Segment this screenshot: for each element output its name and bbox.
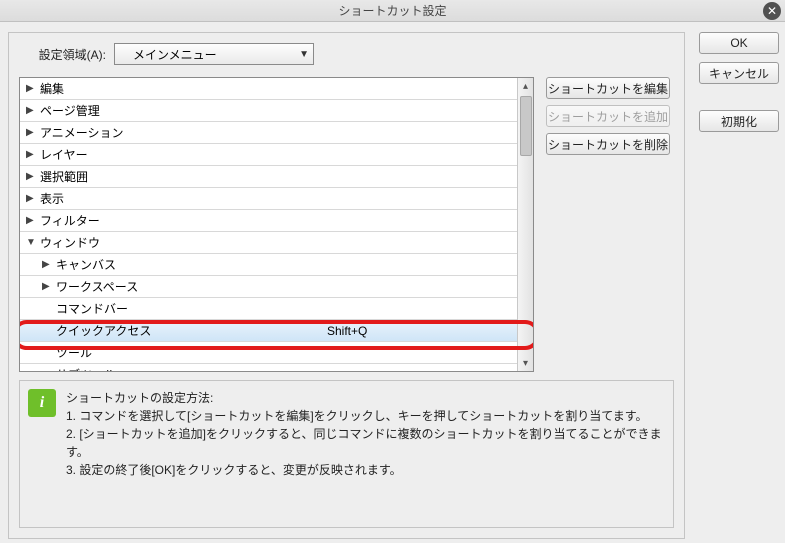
tree-item-label: 表示 bbox=[40, 190, 327, 207]
tree-row[interactable]: ▼ウィンドウ bbox=[20, 232, 517, 254]
chevron-right-icon[interactable]: ▶ bbox=[42, 259, 54, 270]
tree-item-label: サブツール bbox=[56, 366, 327, 371]
ok-button[interactable]: OK bbox=[699, 32, 779, 54]
delete-shortcut-button[interactable]: ショートカットを削除 bbox=[546, 133, 670, 155]
chevron-right-icon[interactable]: ▶ bbox=[26, 149, 38, 160]
tree-row[interactable]: ▶ワークスペース bbox=[20, 276, 517, 298]
tree-item-label: ツール bbox=[56, 344, 327, 361]
tree-item-label: ワークスペース bbox=[56, 278, 327, 295]
tree-row[interactable]: ▶レイヤー bbox=[20, 144, 517, 166]
add-shortcut-button[interactable]: ショートカットを追加 bbox=[546, 105, 670, 127]
tree-row[interactable]: ▶ツール bbox=[20, 342, 517, 364]
tree-item-label: アニメーション bbox=[40, 124, 327, 141]
tree-item-label: 編集 bbox=[40, 80, 327, 97]
chevron-down-icon: ▼ bbox=[299, 49, 309, 60]
tree-row[interactable]: ▶サブツール bbox=[20, 364, 517, 371]
tree-item-shortcut: Shift+Q bbox=[327, 324, 517, 338]
info-icon: i bbox=[28, 389, 56, 417]
chevron-right-icon[interactable]: ▶ bbox=[26, 193, 38, 204]
tree-item-label: フィルター bbox=[40, 212, 327, 229]
info-line: 2. [ショートカットを追加]をクリックすると、同じコマンドに複数のショートカッ… bbox=[66, 427, 662, 459]
info-line: 1. コマンドを選択して[ショートカットを編集]をクリックし、キーを押してショー… bbox=[66, 409, 648, 423]
dialog-title: ショートカット設定 bbox=[338, 2, 446, 19]
tree-row[interactable]: ▶フィルター bbox=[20, 210, 517, 232]
chevron-down-icon[interactable]: ▼ bbox=[26, 237, 38, 248]
scroll-down-icon[interactable]: ▾ bbox=[518, 355, 534, 371]
scrollbar[interactable]: ▴ ▾ bbox=[517, 78, 533, 371]
info-line: 3. 設定の終了後[OK]をクリックすると、変更が反映されます。 bbox=[66, 463, 402, 477]
info-heading: ショートカットの設定方法: bbox=[66, 389, 665, 407]
chevron-right-icon[interactable]: ▶ bbox=[42, 281, 54, 292]
tree-item-label: レイヤー bbox=[40, 146, 327, 163]
scope-combo[interactable]: メインメニュー ▼ bbox=[114, 43, 314, 65]
cancel-button[interactable]: キャンセル bbox=[699, 62, 779, 84]
tree-item-label: ウィンドウ bbox=[40, 234, 327, 251]
chevron-right-icon[interactable]: ▶ bbox=[26, 105, 38, 116]
shortcut-tree[interactable]: ▶編集▶ページ管理▶アニメーション▶レイヤー▶選択範囲▶表示▶フィルター▼ウィン… bbox=[19, 77, 534, 372]
tree-row-selected[interactable]: ▶クイックアクセスShift+Q bbox=[20, 320, 517, 342]
tree-row[interactable]: ▶選択範囲 bbox=[20, 166, 517, 188]
chevron-right-icon[interactable]: ▶ bbox=[26, 215, 38, 226]
scroll-thumb[interactable] bbox=[520, 96, 532, 156]
chevron-right-icon[interactable]: ▶ bbox=[26, 171, 38, 182]
chevron-right-icon[interactable]: ▶ bbox=[26, 127, 38, 138]
tree-item-label: キャンバス bbox=[56, 256, 327, 273]
tree-item-label: クイックアクセス bbox=[56, 322, 327, 339]
tree-row[interactable]: ▶キャンバス bbox=[20, 254, 517, 276]
tree-row[interactable]: ▶ページ管理 bbox=[20, 100, 517, 122]
scope-value: メインメニュー bbox=[133, 46, 217, 63]
reset-button[interactable]: 初期化 bbox=[699, 110, 779, 132]
tree-row[interactable]: ▶編集 bbox=[20, 78, 517, 100]
titlebar: ショートカット設定 ✕ bbox=[0, 0, 785, 22]
scope-label: 設定領域(A): bbox=[19, 46, 114, 63]
scroll-up-icon[interactable]: ▴ bbox=[518, 78, 534, 94]
chevron-right-icon[interactable]: ▶ bbox=[26, 83, 38, 94]
edit-shortcut-button[interactable]: ショートカットを編集 bbox=[546, 77, 670, 99]
tree-item-label: 選択範囲 bbox=[40, 168, 327, 185]
tree-item-label: コマンドバー bbox=[56, 300, 327, 317]
tree-row[interactable]: ▶コマンドバー bbox=[20, 298, 517, 320]
tree-row[interactable]: ▶表示 bbox=[20, 188, 517, 210]
close-icon[interactable]: ✕ bbox=[763, 2, 781, 20]
tree-row[interactable]: ▶アニメーション bbox=[20, 122, 517, 144]
tree-item-label: ページ管理 bbox=[40, 102, 327, 119]
info-box: i ショートカットの設定方法: 1. コマンドを選択して[ショートカットを編集]… bbox=[19, 380, 674, 528]
